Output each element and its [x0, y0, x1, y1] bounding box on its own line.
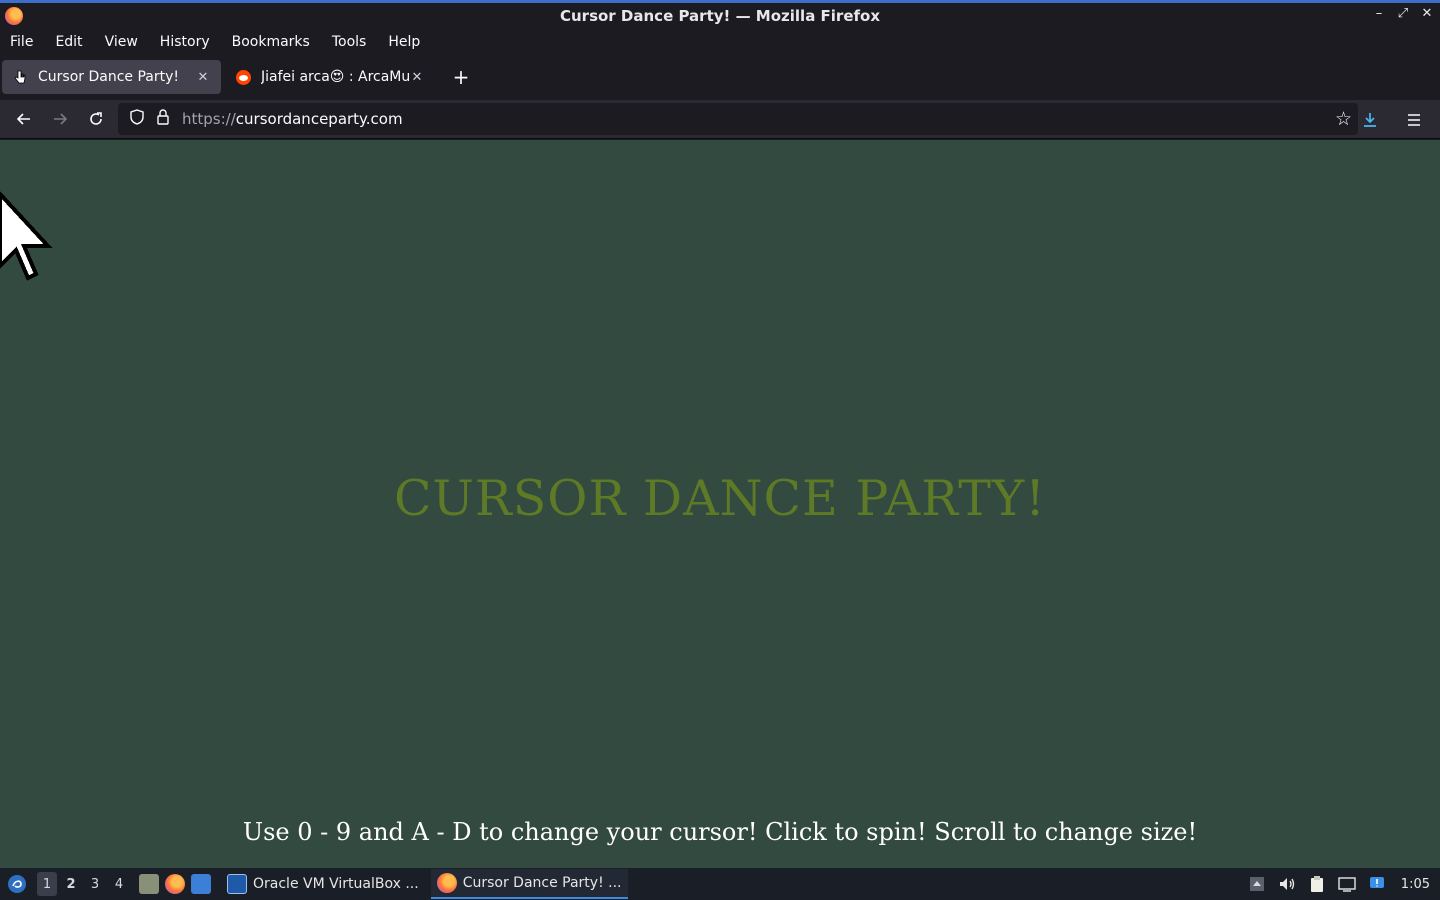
taskbar-app-label: Cursor Dance Party! ...: [462, 875, 622, 891]
toolbar-right: [1352, 104, 1432, 136]
window-title: Cursor Dance Party! — Mozilla Firefox: [559, 7, 881, 25]
menu-view[interactable]: View: [105, 34, 138, 50]
window-controls: – ⤢ ✕: [1372, 6, 1434, 21]
firefox-icon: [436, 873, 457, 893]
taskbar-app-firefox[interactable]: Cursor Dance Party! ...: [430, 869, 628, 899]
taskbar: 1 2 3 4 Oracle VM VirtualBox ... Cursor …: [0, 868, 1440, 900]
menu-bookmarks[interactable]: Bookmarks: [232, 34, 310, 50]
reload-icon: [90, 112, 102, 125]
hand-cursor-favicon-icon: [12, 69, 28, 85]
bookmark-star-icon[interactable]: ☆: [1335, 108, 1352, 130]
menu-help[interactable]: Help: [388, 34, 420, 50]
reddit-favicon-icon: [235, 69, 251, 85]
close-tab-icon[interactable]: ✕: [409, 70, 425, 85]
back-button[interactable]: [6, 103, 42, 135]
taskbar-app-label: Oracle VM VirtualBox ...: [253, 876, 419, 892]
app-menu-button[interactable]: [1396, 104, 1432, 136]
downloads-button[interactable]: [1352, 104, 1388, 136]
hamburger-menu-icon: [1408, 114, 1420, 126]
menu-file[interactable]: File: [10, 34, 33, 50]
page-content[interactable]: CURSOR DANCE PARTY! Use 0 - 9 and A - D …: [0, 140, 1440, 868]
page-heading: CURSOR DANCE PARTY!: [394, 470, 1046, 527]
menu-edit[interactable]: Edit: [55, 34, 82, 50]
arrow-left-icon: [16, 113, 30, 125]
firefox-launcher-icon[interactable]: [165, 874, 185, 894]
large-arrow-cursor-icon: [0, 191, 53, 281]
notification-icon[interactable]: [1367, 875, 1387, 893]
forward-button[interactable]: [42, 103, 78, 135]
tab-cursor-dance-party[interactable]: Cursor Dance Party! ✕: [2, 60, 221, 94]
system-tray: 1:05: [1247, 868, 1440, 900]
menu-tools[interactable]: Tools: [332, 34, 367, 50]
arrow-right-icon: [54, 113, 68, 125]
shield-icon[interactable]: [126, 109, 148, 129]
download-icon: [1364, 113, 1376, 127]
tab-arcamusic[interactable]: Jiafei arca😍 : ArcaMusic ✕: [225, 60, 435, 94]
tab-label: Cursor Dance Party!: [38, 69, 179, 85]
minimize-button[interactable]: –: [1372, 6, 1386, 21]
navigation-toolbar: https://cursordanceparty.com ☆: [0, 100, 1440, 139]
reload-button[interactable]: [78, 103, 114, 135]
network-icon[interactable]: [1337, 875, 1357, 893]
start-menu-icon[interactable]: [5, 872, 29, 896]
menu-history[interactable]: History: [160, 34, 210, 50]
new-tab-button[interactable]: +: [449, 65, 473, 89]
url-text[interactable]: https://cursordanceparty.com: [182, 110, 403, 128]
tab-strip: Cursor Dance Party! ✕ Jiafei arca😍 : Arc…: [0, 54, 1440, 100]
virtualbox-icon: [227, 874, 247, 894]
lock-icon[interactable]: [152, 109, 174, 129]
menu-bar: File Edit View History Bookmarks Tools H…: [0, 29, 1440, 54]
tab-label: Jiafei arca😍 : ArcaMusic: [261, 69, 409, 85]
page-instructions: Use 0 - 9 and A - D to change your curso…: [242, 818, 1198, 846]
workspace-4[interactable]: 4: [109, 872, 129, 896]
restore-button[interactable]: ⤢: [1396, 6, 1410, 21]
taskbar-app-virtualbox[interactable]: Oracle VM VirtualBox ...: [221, 869, 425, 899]
desktop-icon[interactable]: [191, 874, 211, 894]
url-bar[interactable]: https://cursordanceparty.com ☆: [118, 103, 1358, 135]
workspace-2[interactable]: 2: [61, 872, 81, 896]
clipboard-icon[interactable]: [1307, 875, 1327, 893]
close-window-button[interactable]: ✕: [1420, 6, 1434, 21]
volume-icon[interactable]: [1277, 875, 1297, 893]
tray-upload-icon[interactable]: [1247, 875, 1267, 893]
workspace-3[interactable]: 3: [85, 872, 105, 896]
file-manager-icon[interactable]: [139, 874, 159, 894]
clock: 1:05: [1400, 876, 1430, 892]
window-titlebar: Cursor Dance Party! — Mozilla Firefox – …: [0, 0, 1440, 29]
workspace-1[interactable]: 1: [37, 872, 57, 896]
close-tab-icon[interactable]: ✕: [195, 70, 211, 85]
firefox-logo-icon: [5, 7, 23, 25]
